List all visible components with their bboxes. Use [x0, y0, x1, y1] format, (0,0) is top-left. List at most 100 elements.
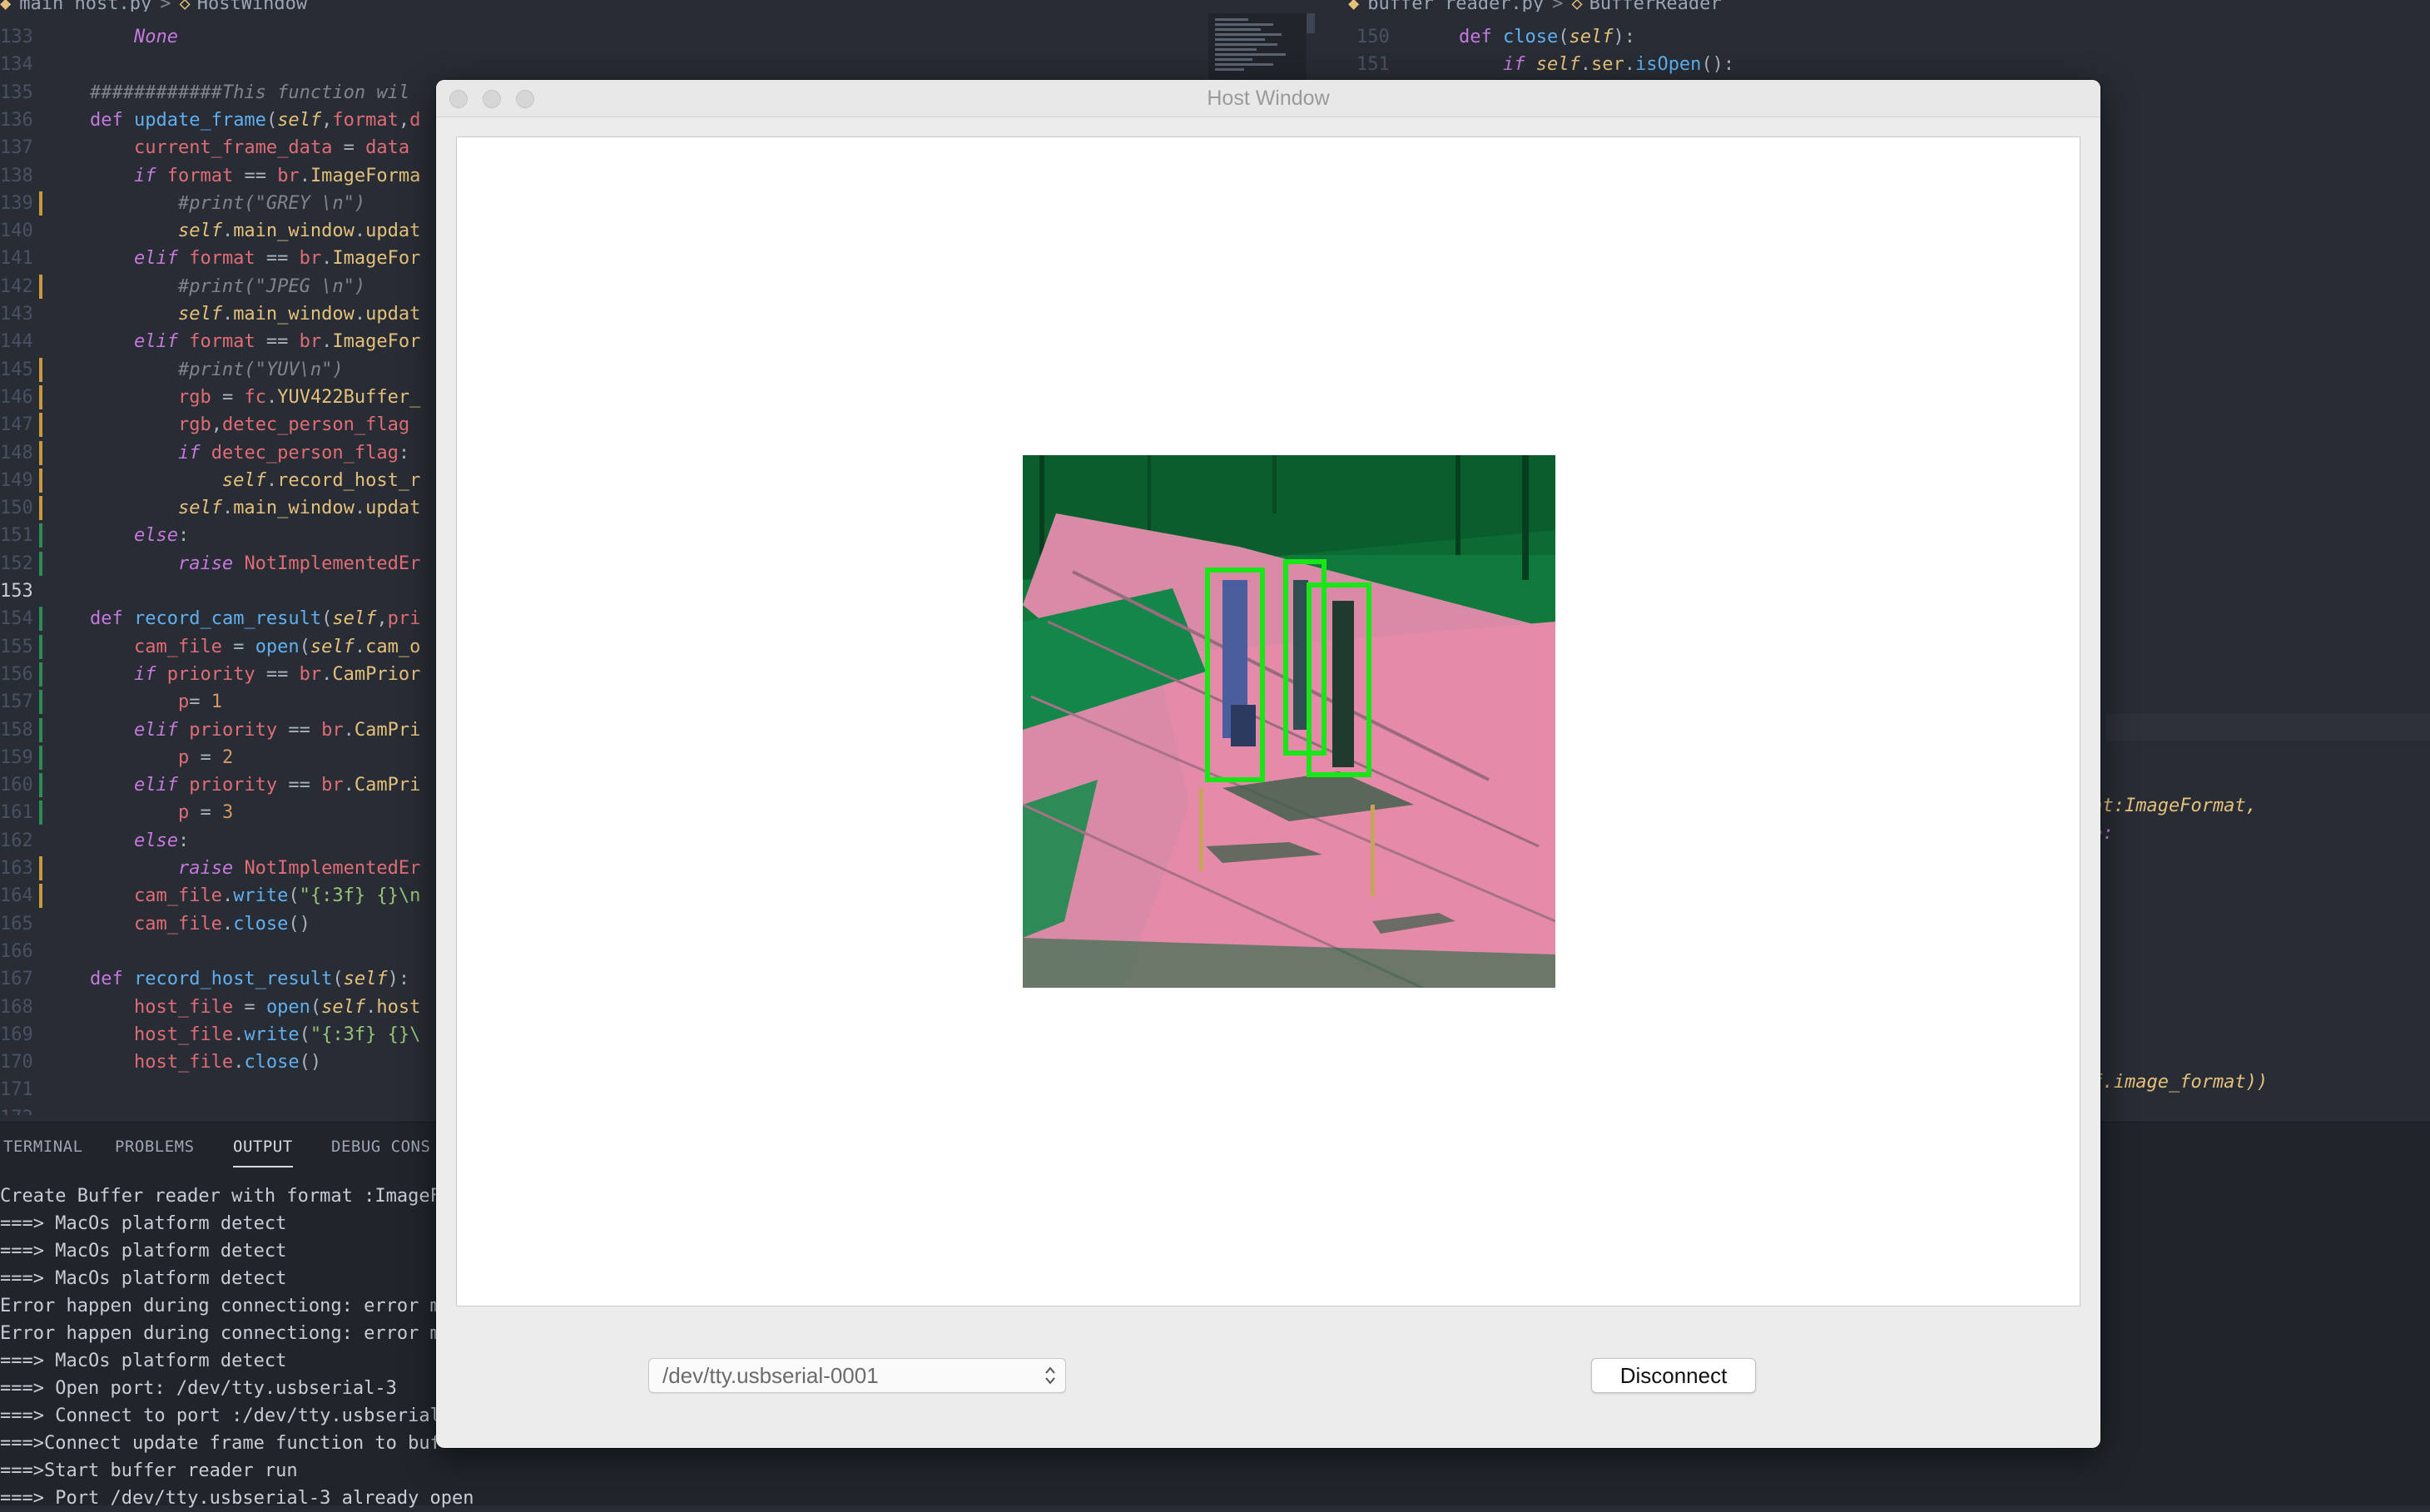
code-text: def close(self):: [1458, 27, 1635, 47]
line-number: 144: [0, 331, 33, 353]
code-text: raise NotImplementedEr: [177, 858, 421, 879]
code-text: def record_host_result(self):: [89, 969, 410, 990]
line-number: 133: [0, 27, 33, 47]
code-line[interactable]: 169 host_file.write("{:3f} {}\: [0, 1021, 437, 1048]
code-line[interactable]: 160 elif priority == br.CamPri: [0, 771, 437, 799]
code-line[interactable]: 165 cam_file.close(): [0, 910, 437, 938]
code-line[interactable]: 151 if self.ser.isOpen():: [1332, 51, 2430, 78]
code-line[interactable]: 166: [0, 938, 437, 965]
code-line[interactable]: 153: [0, 578, 437, 605]
code-text: else:: [133, 525, 190, 547]
code-line[interactable]: 140 self.main_window.updat: [0, 217, 437, 245]
code-line[interactable]: 159 p = 2: [0, 744, 437, 771]
tab-output[interactable]: OUTPUT: [233, 1138, 293, 1167]
code-line[interactable]: 172: [0, 1104, 437, 1115]
code-line[interactable]: 146 rgb = fc.YUV422Buffer_: [0, 384, 437, 411]
line-number: 155: [0, 636, 33, 657]
code-line[interactable]: 164 cam_file.write("{:3f} {}\n: [0, 882, 437, 910]
left-editor-breadcrumb: ◆ main_host.py > ◇ HostWindow: [0, 0, 437, 12]
left-editor-scrollbar[interactable]: [1307, 13, 1315, 33]
git-change-marker: [39, 634, 42, 659]
right-file-name[interactable]: buffer_reader.py: [1367, 0, 1544, 12]
code-line[interactable]: 147 rgb,detec_person_flag: [0, 411, 437, 439]
code-line[interactable]: 162 else:: [0, 827, 437, 855]
code-line[interactable]: 152 raise NotImplementedEr: [0, 550, 437, 578]
tab-debug-console[interactable]: DEBUG CONS: [331, 1138, 430, 1156]
git-change-marker: [39, 384, 42, 409]
line-number: 141: [0, 248, 33, 270]
window-titlebar[interactable]: Host Window: [436, 80, 2100, 117]
output-line: Error happen during connectiong: error m: [0, 1323, 441, 1344]
code-line[interactable]: 155 cam_file = open(self.cam_o: [0, 633, 437, 661]
code-line[interactable]: 133 None: [0, 23, 437, 51]
line-number: 157: [0, 692, 33, 713]
code-line[interactable]: 158 elif priority == br.CamPri: [0, 716, 437, 744]
tab-problems[interactable]: PROBLEMS: [115, 1138, 195, 1156]
git-change-marker: [39, 523, 42, 548]
camera-frame-image: [1023, 455, 1555, 988]
code-line[interactable]: 151 else:: [0, 522, 437, 549]
code-line[interactable]: 150 self.main_window.updat: [0, 494, 437, 522]
line-number: 170: [0, 1052, 33, 1073]
code-line[interactable]: 143 self.main_window.updat: [0, 300, 437, 328]
line-number: 150: [0, 498, 33, 519]
code-line[interactable]: 171: [0, 1076, 437, 1103]
left-symbol-name[interactable]: HostWindow: [197, 0, 307, 12]
line-number: 151: [1356, 54, 1390, 76]
disconnect-button[interactable]: Disconnect: [1591, 1358, 1756, 1393]
output-line: ===>Connect update frame function to buf: [0, 1433, 441, 1454]
code-line[interactable]: 157 p= 1: [0, 688, 437, 716]
output-line: ===> MacOs platform detect: [0, 1268, 287, 1289]
host-window[interactable]: Host Window /dev/tty.usbserial-0001 Disc…: [436, 80, 2100, 1448]
chevron-up-down-icon: [1045, 1366, 1055, 1385]
code-text: elif priority == br.CamPri: [133, 775, 421, 796]
code-line[interactable]: 149 self.record_host_r: [0, 467, 437, 494]
tab-terminal[interactable]: TERMINAL: [3, 1138, 83, 1156]
output-line: ===> MacOs platform detect: [0, 1241, 287, 1262]
git-change-marker: [39, 468, 42, 493]
code-line[interactable]: 136 def update_frame(self,format,d: [0, 107, 437, 134]
left-code-editor[interactable]: 133 None 134 135 ############This function…: [0, 12, 437, 1115]
output-line: Create Buffer reader with format :ImageF: [0, 1186, 441, 1207]
code-line[interactable]: 134: [0, 51, 437, 78]
code-line[interactable]: 161 p = 3: [0, 799, 437, 826]
breadcrumb-separator: >: [1552, 0, 1564, 12]
code-line[interactable]: 156 if priority == br.CamPrior: [0, 661, 437, 688]
line-number: 167: [0, 969, 33, 990]
line-number: 168: [0, 996, 33, 1018]
code-line[interactable]: 163 raise NotImplementedEr: [0, 855, 437, 882]
line-number: 138: [0, 165, 33, 186]
git-change-marker: [39, 884, 42, 909]
line-number: 172: [0, 1104, 33, 1115]
code-line[interactable]: 154 def record_cam_result(self,pri: [0, 605, 437, 632]
line-number: 142: [0, 275, 33, 297]
git-change-marker: [39, 662, 42, 687]
line-number: 169: [0, 1024, 33, 1045]
code-line[interactable]: 148 if detec_person_flag:: [0, 439, 437, 467]
minimap[interactable]: [1208, 13, 1307, 82]
code-line[interactable]: 138 if format == br.ImageForma: [0, 162, 437, 190]
left-file-name[interactable]: main_host.py: [19, 0, 151, 12]
code-line[interactable]: 137 current_frame_data = data: [0, 134, 437, 161]
code-line[interactable]: 167 def record_host_result(self):: [0, 965, 437, 993]
code-text: #print("YUV\n"): [177, 359, 344, 380]
serial-port-select[interactable]: /dev/tty.usbserial-0001: [648, 1358, 1066, 1393]
code-line[interactable]: 145 #print("YUV\n"): [0, 356, 437, 384]
code-line[interactable]: 168 host_file = open(self.host: [0, 994, 437, 1021]
code-line[interactable]: 150 def close(self):: [1332, 23, 2430, 51]
code-fragment: mat:ImageFormat,: [2080, 796, 2257, 816]
code-line[interactable]: 144 elif format == br.ImageFor: [0, 328, 437, 355]
line-number: 149: [0, 469, 33, 491]
code-text: None: [133, 27, 178, 47]
code-text: current_frame_data = data: [133, 137, 410, 159]
line-number: 151: [0, 525, 33, 547]
code-line[interactable]: 135 ############This function wil: [0, 79, 437, 107]
code-line[interactable]: 142 #print("JPEG \n"): [0, 273, 437, 300]
line-number: 162: [0, 830, 33, 851]
right-symbol-name[interactable]: BufferReader: [1589, 0, 1722, 12]
code-line[interactable]: 170 host_file.close(): [0, 1048, 437, 1076]
code-line[interactable]: 141 elif format == br.ImageFor: [0, 245, 437, 272]
code-line[interactable]: 139 #print("GREY \n"): [0, 190, 437, 217]
code-text: self.main_window.updat: [177, 221, 421, 242]
code-text: elif priority == br.CamPri: [133, 719, 421, 741]
